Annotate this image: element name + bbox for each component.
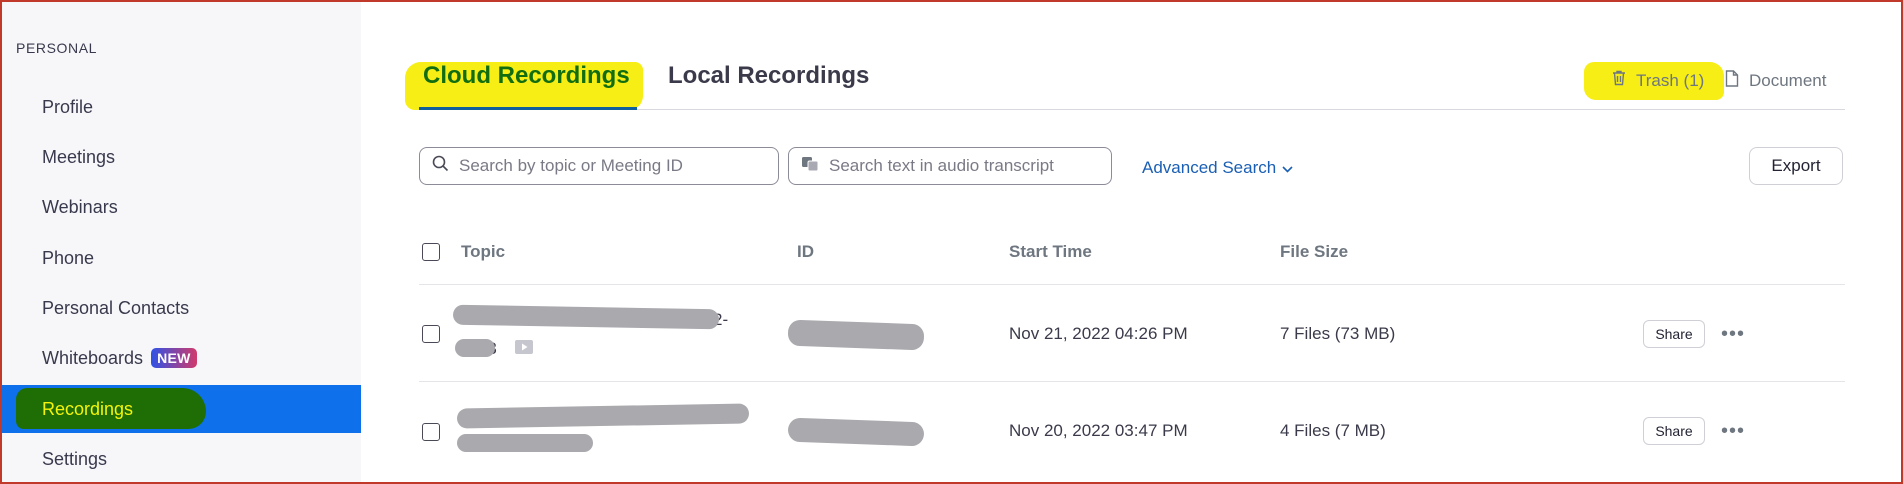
video-icon <box>515 338 533 359</box>
file-size-cell: 4 Files (7 MB) <box>1280 421 1386 440</box>
row-checkbox[interactable] <box>422 325 440 343</box>
sidebar-item-personal-contacts[interactable]: Personal Contacts <box>2 284 361 332</box>
id-redaction-mark <box>787 417 925 447</box>
sidebar-item-label: Whiteboards <box>42 347 144 368</box>
column-header-start-time[interactable]: Start Time <box>1009 242 1092 262</box>
new-badge: NEW <box>151 348 197 368</box>
tab-local-recordings[interactable]: Local Recordings <box>668 62 869 90</box>
sidebar-item-meetings[interactable]: Meetings <box>2 133 361 181</box>
main-content: Cloud Recordings Local Recordings Trash … <box>361 2 1901 482</box>
row-divider <box>419 381 1845 382</box>
export-button[interactable]: Export <box>1749 147 1843 185</box>
row-divider <box>419 284 1845 285</box>
sidebar-item-whiteboards[interactable]: Whiteboards NEW <box>2 334 361 382</box>
share-button[interactable]: Share <box>1643 417 1705 445</box>
column-header-file-size[interactable]: File Size <box>1280 242 1348 262</box>
topic-search-field[interactable] <box>419 147 779 185</box>
sidebar: PERSONAL Profile Meetings Webinars Phone… <box>2 2 361 482</box>
search-icon <box>432 155 449 177</box>
redaction-mark <box>455 339 495 357</box>
sidebar-item-label: Settings <box>42 448 108 469</box>
file-size-cell: 7 Files (73 MB) <box>1280 324 1396 343</box>
sidebar-item-settings[interactable]: Settings <box>2 435 361 483</box>
sidebar-item-phone[interactable]: Phone <box>2 234 361 282</box>
column-header-id[interactable]: ID <box>797 242 814 262</box>
transcript-icon <box>801 156 819 177</box>
document-label: Document <box>1749 71 1827 90</box>
chevron-down-icon <box>1282 158 1293 178</box>
start-time-cell: Nov 20, 2022 03:47 PM <box>1009 421 1188 440</box>
advanced-search-label: Advanced Search <box>1142 158 1277 177</box>
row-checkbox[interactable] <box>422 423 440 441</box>
redaction-mark <box>457 434 593 452</box>
trash-icon <box>1612 70 1636 91</box>
document-link[interactable]: Document <box>1725 70 1826 92</box>
sidebar-item-webinars[interactable]: Webinars <box>2 183 361 231</box>
tab-cloud-recordings[interactable]: Cloud Recordings <box>423 62 630 90</box>
active-tab-underline <box>419 107 637 110</box>
redaction-mark <box>452 304 720 330</box>
sidebar-item-label: Webinars <box>42 196 118 217</box>
column-header-topic[interactable]: Topic <box>461 242 505 262</box>
transcript-search-field[interactable] <box>788 147 1112 185</box>
sidebar-item-label: Phone <box>42 247 95 268</box>
transcript-search-input[interactable] <box>827 155 1111 177</box>
select-all-checkbox[interactable] <box>422 243 440 261</box>
trash-label: Trash (1) <box>1636 70 1705 90</box>
more-options-icon[interactable]: ••• <box>1719 417 1747 445</box>
share-button[interactable]: Share <box>1643 320 1705 348</box>
start-time-cell: Nov 21, 2022 04:26 PM <box>1009 324 1188 343</box>
trash-link[interactable]: Trash (1) <box>1612 70 1704 91</box>
id-redaction-mark <box>787 319 925 351</box>
sidebar-item-label: Meetings <box>42 146 116 167</box>
topic-search-input[interactable] <box>457 155 741 177</box>
sidebar-item-recordings[interactable]: Recordings <box>2 385 361 433</box>
sidebar-item-label: Personal Contacts <box>42 297 190 318</box>
sidebar-item-profile[interactable]: Profile <box>2 83 361 131</box>
sidebar-item-label: Profile <box>42 96 94 117</box>
advanced-search-toggle[interactable]: Advanced Search <box>1142 158 1293 178</box>
redaction-mark <box>456 403 750 429</box>
more-options-icon[interactable]: ••• <box>1719 320 1747 348</box>
sidebar-item-label: Recordings <box>42 398 134 419</box>
sidebar-section-label: PERSONAL <box>16 40 98 56</box>
document-icon <box>1725 70 1749 92</box>
